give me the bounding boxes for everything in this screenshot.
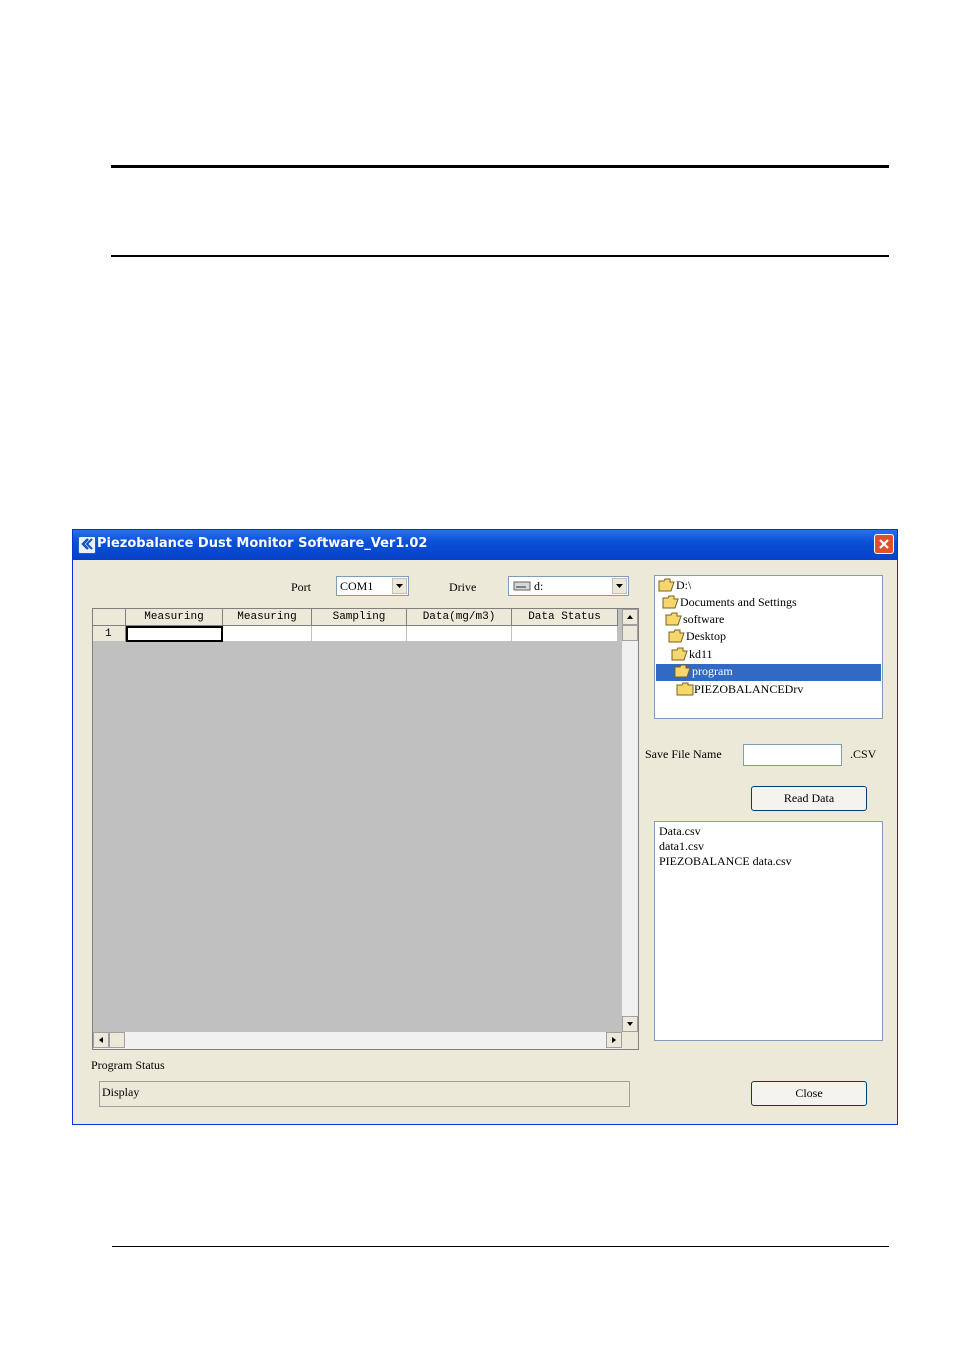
drive-label: Drive — [449, 580, 477, 594]
window-title: Piezobalance Dust Monitor Software_Ver1.… — [97, 536, 428, 551]
program-status-box: Display — [99, 1081, 630, 1107]
table-cell[interactable] — [312, 626, 407, 642]
column-header[interactable]: Measuring — [223, 609, 312, 626]
open-folder-icon — [665, 612, 682, 626]
drive-icon — [513, 581, 531, 591]
open-folder-icon — [671, 647, 688, 661]
document-rule-middle — [111, 255, 889, 257]
table-cell[interactable] — [512, 626, 618, 642]
closed-folder-icon — [676, 682, 694, 696]
arrow-down-icon — [627, 1022, 633, 1026]
arrow-up-icon — [627, 615, 633, 619]
data-grid[interactable]: Measuring Measuring Sampling Data(mg/m3)… — [92, 608, 639, 1050]
list-item[interactable]: Data.csv — [659, 824, 701, 839]
close-icon — [879, 539, 889, 549]
folder-item-selected[interactable]: program — [656, 664, 881, 681]
drive-value: d: — [534, 579, 544, 593]
vertical-scrollbar[interactable] — [622, 609, 638, 1032]
folder-label: kd11 — [689, 647, 713, 661]
file-list[interactable]: Data.csv data1.csv PIEZOBALANCE data.csv — [654, 821, 883, 1041]
scroll-thumb[interactable] — [622, 625, 638, 641]
document-rule-bottom — [112, 1246, 889, 1247]
app-icon — [78, 536, 96, 554]
open-folder-icon — [668, 629, 685, 643]
column-header[interactable]: Sampling — [312, 609, 407, 626]
document-rule-top — [111, 165, 889, 168]
app-window: Piezobalance Dust Monitor Software_Ver1.… — [72, 529, 898, 1125]
scrollbar-corner — [622, 1032, 638, 1049]
window-close-button[interactable] — [874, 534, 894, 554]
horizontal-scrollbar[interactable] — [93, 1032, 622, 1049]
folder-label: software — [683, 612, 725, 626]
folder-item[interactable]: kd11 — [671, 647, 713, 664]
folder-item[interactable]: D:\ — [658, 578, 691, 595]
chevron-down-icon[interactable] — [392, 578, 407, 594]
open-folder-icon — [662, 595, 679, 609]
grid-corner-header — [93, 609, 126, 626]
close-button[interactable]: Close — [751, 1081, 867, 1106]
list-item[interactable]: data1.csv — [659, 839, 704, 854]
column-header[interactable]: Data(mg/m3) — [407, 609, 512, 626]
port-value: COM1 — [340, 579, 374, 593]
chevron-down-icon[interactable] — [612, 578, 627, 594]
table-cell[interactable] — [407, 626, 512, 642]
table-cell[interactable] — [223, 626, 312, 642]
list-item[interactable]: PIEZOBALANCE data.csv — [659, 854, 792, 869]
scroll-left-button[interactable] — [93, 1032, 109, 1048]
scroll-up-button[interactable] — [622, 609, 638, 625]
folder-label: Desktop — [686, 629, 726, 643]
scroll-thumb[interactable] — [109, 1032, 125, 1048]
save-file-name-input[interactable] — [743, 744, 842, 766]
title-bar[interactable]: Piezobalance Dust Monitor Software_Ver1.… — [73, 530, 897, 560]
column-header[interactable]: Measuring — [126, 609, 223, 626]
folder-item[interactable]: Desktop — [668, 629, 726, 646]
open-folder-icon — [674, 664, 691, 678]
folder-label: PIEZOBALANCEDrv — [694, 682, 804, 696]
row-number: 1 — [93, 626, 126, 642]
folder-label: Documents and Settings — [680, 595, 797, 609]
arrow-right-icon — [612, 1037, 616, 1043]
read-data-button[interactable]: Read Data — [751, 786, 867, 811]
folder-item[interactable]: software — [665, 612, 724, 629]
table-cell[interactable] — [126, 626, 223, 642]
folder-item[interactable]: PIEZOBALANCEDrv — [676, 682, 803, 699]
port-label: Port — [291, 580, 312, 594]
folder-label: program — [692, 664, 733, 678]
folder-tree[interactable]: D:\ Documents and Settings software Desk… — [654, 575, 883, 719]
port-select[interactable]: COM1 — [336, 576, 409, 596]
folder-item[interactable]: Documents and Settings — [662, 595, 797, 612]
arrow-left-icon — [99, 1037, 103, 1043]
save-file-name-label: Save File Name — [645, 747, 722, 761]
folder-label: D:\ — [676, 578, 692, 592]
open-folder-icon — [658, 578, 675, 592]
scroll-right-button[interactable] — [606, 1032, 622, 1048]
drive-select[interactable]: d: — [508, 576, 629, 596]
csv-extension-label: .CSV — [850, 747, 877, 761]
column-header[interactable]: Data Status — [512, 609, 618, 626]
scroll-down-button[interactable] — [622, 1016, 638, 1032]
program-status-value: Display — [102, 1085, 140, 1099]
program-status-label: Program Status — [91, 1058, 165, 1072]
